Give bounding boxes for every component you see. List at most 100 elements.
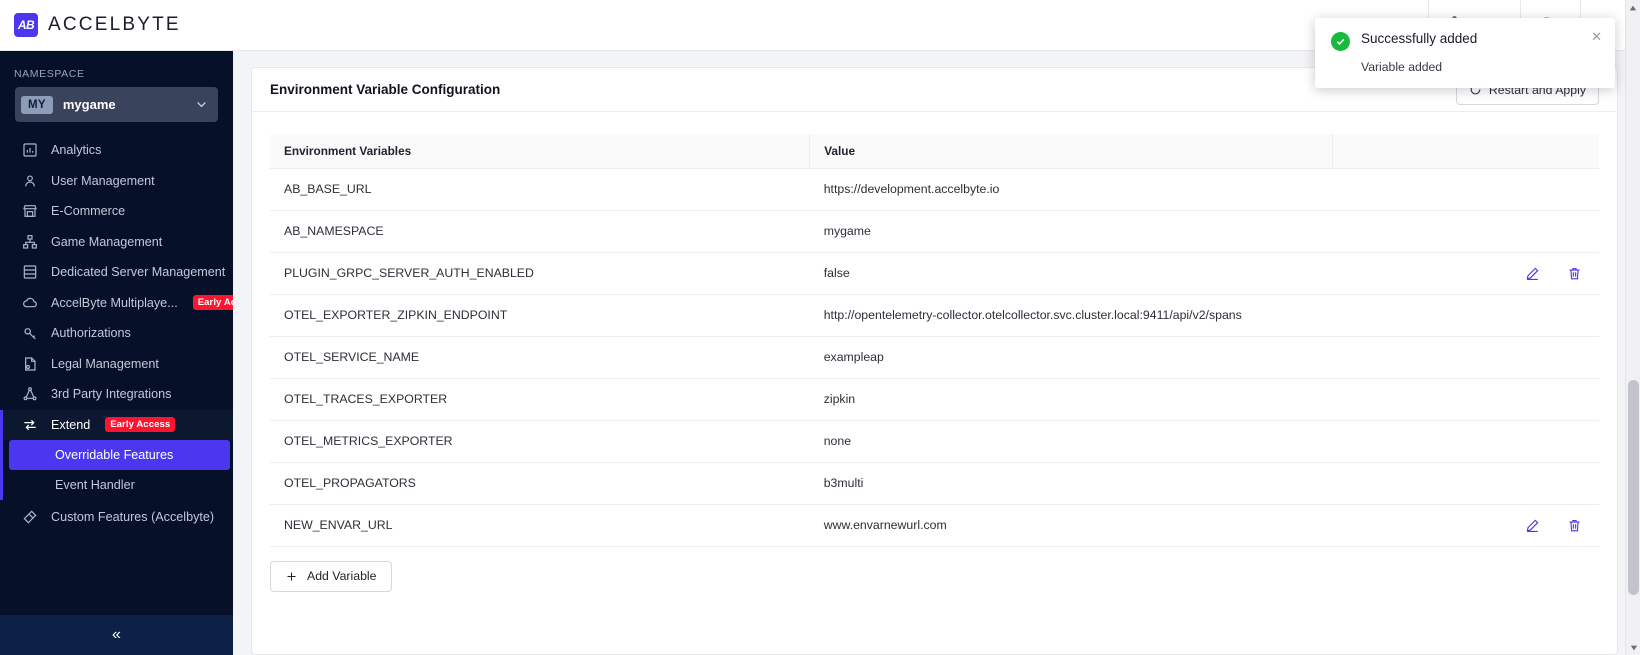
toast-title: Successfully added: [1361, 31, 1478, 46]
sidebar-item-label: Game Management: [51, 234, 163, 249]
sidebar-item-label: Overridable Features: [55, 448, 174, 462]
table-row: PLUGIN_GRPC_SERVER_AUTH_ENABLED false: [270, 252, 1599, 295]
cell-actions: [1332, 378, 1599, 421]
early-access-badge: Early Access: [105, 417, 176, 433]
cell-variable-value: www.envarnewurl.com: [809, 504, 1333, 547]
sidebar-item-label: Dedicated Server Management: [51, 265, 226, 280]
chevron-double-left-icon: «: [112, 626, 121, 643]
table-row: OTEL_METRICS_EXPORTER none: [270, 420, 1599, 463]
sidebar-item-label: Extend: [51, 417, 91, 432]
sidebar-item-game-management[interactable]: Game Management: [0, 227, 233, 258]
delete-icon[interactable]: [1563, 514, 1585, 536]
sidebar-item-e-commerce[interactable]: E-Commerce: [0, 196, 233, 227]
sidebar: NAMESPACE MY mygame Analytics User Manag…: [0, 51, 233, 655]
namespace-badge: MY: [21, 95, 53, 114]
cloud-icon: [22, 295, 38, 311]
scrollbar-thumb[interactable]: [1628, 380, 1639, 595]
add-variable-button[interactable]: Add Variable: [270, 560, 392, 592]
table-row: OTEL_EXPORTER_ZIPKIN_ENDPOINT http://ope…: [270, 294, 1599, 337]
cell-actions: [1332, 210, 1599, 253]
user-icon: [22, 173, 38, 189]
cell-actions: [1332, 504, 1599, 547]
namespace-selector[interactable]: MY mygame: [15, 87, 218, 122]
active-indicator: [0, 409, 3, 440]
cell-variable-value: https://development.accelbyte.io: [809, 168, 1333, 211]
sidebar-item-label: Legal Management: [51, 356, 159, 371]
toast-notification: Successfully added Variable added ✕: [1315, 18, 1615, 88]
success-check-icon: [1331, 32, 1350, 51]
cell-variable-name: OTEL_TRACES_EXPORTER: [270, 378, 810, 421]
card-body: Environment Variables Value AB_BASE_URL …: [252, 112, 1617, 654]
add-variable-wrap: Add Variable: [270, 547, 1599, 592]
sidebar-item-3rd-party-integrations[interactable]: 3rd Party Integrations: [0, 379, 233, 410]
table-row: OTEL_PROPAGATORS b3multi: [270, 462, 1599, 505]
brand-name: ACCELBYTE: [48, 14, 181, 35]
chevron-down-icon: [195, 98, 208, 111]
early-access-badge: Early Access: [192, 295, 233, 311]
cell-actions: [1332, 252, 1599, 295]
table-header-row: Environment Variables Value: [270, 134, 1599, 169]
key-icon: [22, 325, 38, 341]
analytics-icon: [22, 142, 38, 158]
sidebar-item-dedicated-server-management[interactable]: Dedicated Server Management: [0, 257, 233, 288]
close-icon[interactable]: ✕: [1591, 30, 1602, 43]
cell-variable-name: OTEL_SERVICE_NAME: [270, 336, 810, 379]
sidebar-item-event-handler[interactable]: Event Handler: [9, 470, 230, 500]
body-row: NAMESPACE MY mygame Analytics User Manag…: [0, 51, 1640, 655]
sidebar-item-overridable-features[interactable]: Overridable Features: [9, 440, 230, 470]
cell-variable-value: b3multi: [809, 462, 1333, 505]
server-icon: [22, 264, 38, 280]
env-var-card: Environment Variable Configuration Resta…: [251, 67, 1618, 655]
cell-variable-value: exampleap: [809, 336, 1333, 379]
namespace-label: NAMESPACE: [14, 68, 85, 80]
sidebar-item-legal-management[interactable]: Legal Management: [0, 349, 233, 380]
table-row: OTEL_TRACES_EXPORTER zipkin: [270, 378, 1599, 421]
delete-icon[interactable]: [1563, 262, 1585, 284]
edit-icon[interactable]: [1522, 514, 1544, 536]
sidebar-item-label: Authorizations: [51, 326, 131, 341]
edit-icon[interactable]: [1522, 262, 1544, 284]
sidebar-item-analytics[interactable]: Analytics: [0, 135, 233, 166]
cell-actions: [1332, 294, 1599, 337]
cell-actions: [1332, 168, 1599, 211]
main-content: Environment Variable Configuration Resta…: [233, 51, 1640, 655]
document-icon: [22, 356, 38, 372]
sidebar-item-label: E-Commerce: [51, 204, 126, 219]
vertical-scrollbar[interactable]: [1625, 0, 1640, 655]
table-row: AB_NAMESPACE mygame: [270, 210, 1599, 253]
column-header-name: Environment Variables: [270, 134, 810, 169]
cell-variable-name: OTEL_EXPORTER_ZIPKIN_ENDPOINT: [270, 294, 810, 337]
cell-variable-name: OTEL_METRICS_EXPORTER: [270, 420, 810, 463]
brand-logo[interactable]: AB ACCELBYTE: [0, 0, 233, 50]
sidebar-item-custom-features[interactable]: Custom Features (Accelbyte): [0, 502, 233, 533]
cell-variable-value: none: [809, 420, 1333, 463]
cell-actions: [1332, 420, 1599, 463]
transfer-icon: [22, 417, 38, 433]
table-row: OTEL_SERVICE_NAME exampleap: [270, 336, 1599, 379]
sidebar-item-extend[interactable]: Extend Early Access: [0, 409, 233, 440]
active-indicator: [0, 440, 3, 500]
cell-variable-name: PLUGIN_GRPC_SERVER_AUTH_ENABLED: [270, 252, 810, 295]
sidebar-item-label: AccelByte Multiplaye...: [51, 295, 178, 310]
sidebar-item-user-management[interactable]: User Management: [0, 166, 233, 197]
sidebar-nav: Analytics User Management E-Commerce Gam…: [0, 132, 233, 615]
cell-actions: [1332, 336, 1599, 379]
toast-message: Variable added: [1361, 60, 1443, 74]
cell-variable-value: http://opentelemetry-collector.otelcolle…: [809, 294, 1333, 337]
sidebar-item-authorizations[interactable]: Authorizations: [0, 318, 233, 349]
table-head: Environment Variables Value: [270, 134, 1599, 169]
sidebar-subnav-extend: Overridable Features Event Handler: [0, 440, 233, 500]
cell-variable-value: false: [809, 252, 1333, 295]
sidebar-item-label: Custom Features (Accelbyte): [51, 510, 215, 525]
sidebar-collapse-button[interactable]: «: [0, 615, 233, 655]
cell-variable-name: AB_BASE_URL: [270, 168, 810, 211]
scroll-down-arrow-icon[interactable]: [1626, 640, 1640, 655]
sidebar-item-label: Analytics: [51, 143, 102, 158]
scroll-up-arrow-icon[interactable]: [1626, 0, 1640, 15]
plug-icon: [22, 509, 38, 525]
sidebar-item-accelbyte-multiplayer[interactable]: AccelByte Multiplaye... Early Access: [0, 288, 233, 319]
cell-variable-name: OTEL_PROPAGATORS: [270, 462, 810, 505]
cell-variable-value: mygame: [809, 210, 1333, 253]
store-icon: [22, 203, 38, 219]
